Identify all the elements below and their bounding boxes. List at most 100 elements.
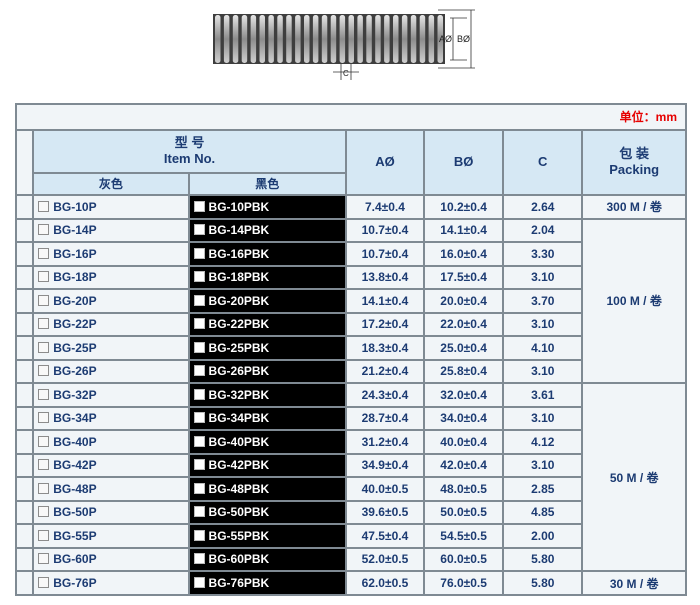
black-item-cell: BG-10PBK — [189, 196, 345, 218]
gray-item-checkbox[interactable] — [38, 341, 50, 353]
black-item-checkbox[interactable] — [193, 577, 205, 589]
black-item-cell: BG-34PBK — [189, 407, 345, 430]
dim-c-cell: 3.10 — [504, 360, 582, 383]
gray-item-cell: BG-14P — [34, 219, 188, 242]
gray-item-cell: BG-32P — [34, 384, 188, 406]
unit-label: 单位：mm — [17, 105, 685, 129]
gray-item-checkbox[interactable] — [38, 412, 50, 424]
gray-item-checkbox[interactable] — [38, 506, 50, 518]
black-item-cell: BG-20PBK — [189, 290, 345, 312]
dim-a-cell: 62.0±0.5 — [346, 572, 424, 594]
item-no-header: 型 号 Item No. — [34, 130, 345, 172]
gray-item-cell: BG-40P — [34, 431, 188, 453]
black-item-checkbox[interactable] — [193, 224, 205, 236]
black-item-checkbox[interactable] — [193, 294, 205, 306]
gray-item-code: BG-10P — [53, 199, 97, 214]
black-item-checkbox[interactable] — [193, 435, 205, 447]
row-left-strip — [17, 384, 33, 406]
black-item-cell: BG-25PBK — [189, 337, 345, 359]
gray-item-checkbox[interactable] — [38, 553, 50, 565]
black-item-checkbox[interactable] — [193, 247, 205, 259]
conduit-rib — [223, 15, 230, 63]
dim-a-cell: 21.2±0.4 — [346, 360, 424, 383]
gray-item-checkbox[interactable] — [38, 482, 50, 494]
black-item-checkbox[interactable] — [193, 200, 205, 212]
gray-item-checkbox[interactable] — [38, 271, 50, 283]
gray-item-checkbox[interactable] — [38, 365, 50, 377]
conduit-rib — [215, 15, 221, 63]
black-item-cell: BG-55PBK — [189, 525, 345, 547]
conduit-rib — [419, 15, 426, 63]
conduit-rib — [295, 15, 301, 63]
conduit-rib — [232, 15, 239, 63]
gray-item-cell: BG-22P — [34, 313, 188, 336]
dim-c-cell: 2.04 — [504, 219, 582, 242]
dim-b-cell: 60.0±0.5 — [425, 548, 503, 571]
black-item-code: BG-34PBK — [208, 411, 270, 426]
gray-item-checkbox[interactable] — [38, 388, 50, 400]
gray-header: 灰色 — [34, 173, 188, 194]
gray-item-checkbox[interactable] — [38, 318, 50, 330]
black-item-checkbox[interactable] — [193, 506, 205, 518]
gray-item-code: BG-55P — [53, 528, 97, 543]
black-item-checkbox[interactable] — [193, 482, 205, 494]
gray-item-checkbox[interactable] — [38, 435, 50, 447]
gray-item-code: BG-25P — [53, 340, 97, 355]
gray-item-code: BG-14P — [53, 223, 97, 238]
dim-a-cell: 52.0±0.5 — [346, 548, 424, 571]
row-left-strip — [17, 360, 33, 383]
black-item-code: BG-26PBK — [208, 364, 270, 379]
black-item-checkbox[interactable] — [193, 341, 205, 353]
dim-a-cell: 10.7±0.4 — [346, 243, 424, 265]
gray-item-checkbox[interactable] — [38, 529, 50, 541]
gray-item-checkbox[interactable] — [38, 247, 50, 259]
gray-item-code: BG-16P — [53, 246, 97, 261]
row-left-strip — [17, 478, 33, 500]
conduit-rib — [250, 15, 257, 63]
dim-b-cell: 25.0±0.4 — [425, 337, 503, 359]
conduit-rib — [304, 15, 310, 63]
black-item-checkbox[interactable] — [193, 553, 205, 565]
gray-item-checkbox[interactable] — [38, 294, 50, 306]
black-item-checkbox[interactable] — [193, 529, 205, 541]
conduit-rib — [384, 15, 390, 63]
row-left-strip — [17, 243, 33, 265]
gray-item-checkbox[interactable] — [38, 577, 50, 589]
table-row: BG-14P BG-14PBK 10.7±0.4 14.1±0.4 2.04 100 M … — [17, 219, 685, 383]
table-row: BG-76P BG-76PBK 62.0±0.5 76.0±0.5 5.80 30 M /… — [17, 572, 685, 594]
black-item-checkbox[interactable] — [193, 459, 205, 471]
black-item-cell: BG-60PBK — [189, 548, 345, 571]
gray-item-checkbox[interactable] — [38, 224, 50, 236]
spec-table-frame: 单位：mm 型 号 Item No. AØ BØ C 包 装 Packing 灰… — [15, 103, 687, 596]
gray-item-cell: BG-55P — [34, 525, 188, 547]
dim-b-cell: 14.1±0.4 — [425, 219, 503, 242]
black-item-cell: BG-40PBK — [189, 431, 345, 453]
black-item-checkbox[interactable] — [193, 318, 205, 330]
dim-b-cell: 50.0±0.5 — [425, 501, 503, 524]
row-left-strip — [17, 454, 33, 477]
black-item-checkbox[interactable] — [193, 271, 205, 283]
gray-item-cell: BG-34P — [34, 407, 188, 430]
black-item-cell: BG-16PBK — [189, 243, 345, 265]
gray-item-checkbox[interactable] — [38, 459, 50, 471]
row-left-strip — [17, 313, 33, 336]
conduit-rib — [268, 15, 274, 63]
black-item-checkbox[interactable] — [193, 365, 205, 377]
dim-c-cell: 4.12 — [504, 431, 582, 453]
black-item-checkbox[interactable] — [193, 412, 205, 424]
conduit-rib — [259, 15, 265, 63]
gray-item-code: BG-60P — [53, 552, 97, 567]
gray-item-code: BG-18P — [53, 270, 97, 285]
black-item-cell: BG-26PBK — [189, 360, 345, 383]
conduit-rib — [348, 15, 354, 63]
gray-item-code: BG-26P — [53, 364, 97, 379]
dim-b-cell: 25.8±0.4 — [425, 360, 503, 383]
dim-a-cell: 7.4±0.4 — [346, 196, 424, 218]
black-item-checkbox[interactable] — [193, 388, 205, 400]
conduit-rib — [401, 15, 408, 63]
black-item-code: BG-50PBK — [208, 505, 270, 520]
dim-a-cell: 47.5±0.4 — [346, 525, 424, 547]
row-left-strip — [17, 219, 33, 242]
gray-item-checkbox[interactable] — [38, 200, 50, 212]
conduit-rib — [312, 15, 319, 63]
